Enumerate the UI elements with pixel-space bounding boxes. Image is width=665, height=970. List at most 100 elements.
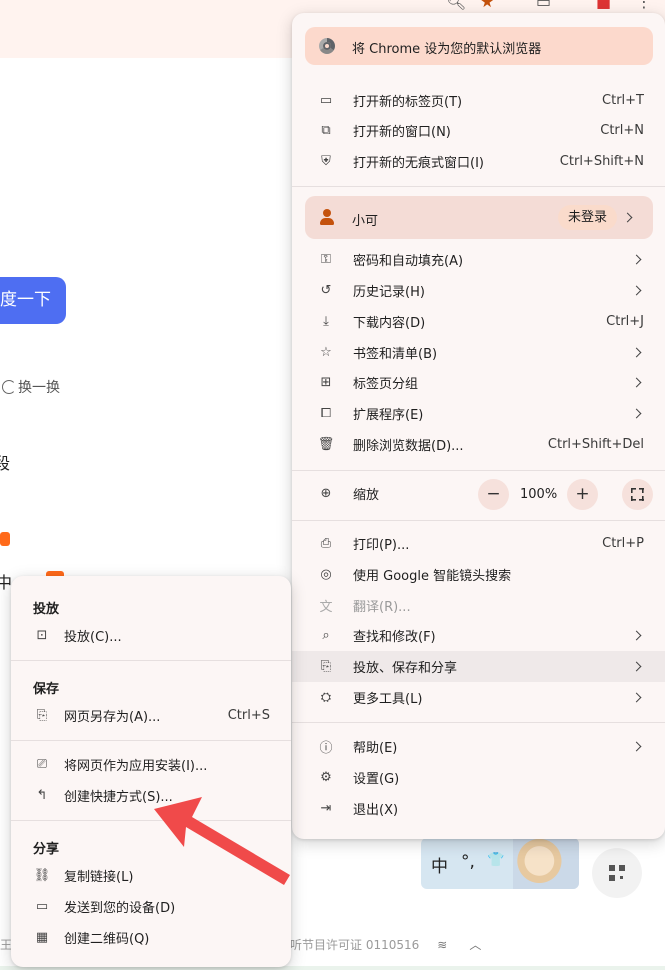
zoom-icon: ⊕ [320,486,332,501]
menu-item-downloads[interactable]: ⤓ 下载内容(D) Ctrl+J [292,306,665,337]
settings-icon: ⚙ [320,770,332,785]
menu-separator [292,186,665,187]
footer-license: 听节目许可证 0110516 ≋ ︿ [290,938,482,952]
ime-lang-toggle[interactable]: 中 [431,852,448,877]
qr-code-icon [609,865,625,881]
kebab-icon[interactable]: ⋮ [636,0,652,11]
zoom-out-button[interactable]: − [478,479,509,510]
section-title-cast: 投放 [33,602,60,617]
menu-item-translate[interactable]: 文 翻译(R)... [292,590,665,621]
tab-icon[interactable]: ▭ [536,0,551,11]
lens-icon: ◎ [320,567,332,582]
menu-item-print[interactable]: ⎙ 打印(P)... Ctrl+P [292,528,665,559]
download-icon: ⤓ [323,314,329,329]
menu-item-passwords[interactable]: ⚿ 密码和自动填充(A) [292,244,665,275]
new-window-icon: ⧉ [321,123,331,138]
find-icon: ⌕ [322,628,330,643]
default-browser-label: 将 Chrome 设为您的默认浏览器 [352,42,542,57]
annotation-arrow [154,797,290,885]
menu-item-incognito[interactable]: ⛨ 打开新的无痕式窗口(I) Ctrl+Shift+N [292,146,665,177]
chevron-right-icon [631,661,642,672]
section-title-save: 保存 [33,682,60,697]
profile-icon[interactable]: ■ [596,0,611,11]
menu-item-history[interactable]: ↺ 历史记录(H) [292,275,665,306]
ime-punct-toggle[interactable]: °, [461,852,475,872]
submenu-item-save-page[interactable]: ⎘ 网页另存为(A)... Ctrl+S [11,700,291,731]
menu-separator [292,520,665,521]
chevron-right-icon [631,741,642,752]
section-title-share: 分享 [33,842,60,857]
chevron-right-icon [631,408,642,419]
link-icon: ⛓ [33,868,51,883]
menu-item-extensions[interactable]: ⧠ 扩展程序(E) [292,398,665,429]
person-icon [319,209,335,225]
menu-item-more-tools[interactable]: ⛭ 更多工具(L) [292,682,665,713]
zoom-in-button[interactable]: + [567,479,598,510]
menu-item-clear-data[interactable]: 🗑︎ 删除浏览数据(D)... Ctrl+Shift+Del [292,429,665,460]
exit-icon: ⇥ [320,801,332,816]
menu-item-help[interactable]: ⓘ 帮助(E) [292,731,665,762]
chevron-right-icon [631,347,642,358]
menu-item-new-window[interactable]: ⧉ 打开新的窗口(N) Ctrl+N [292,115,665,146]
signin-status-badge: 未登录 [558,205,618,230]
menu-item-google-lens[interactable]: ◎ 使用 Google 智能镜头搜索 [292,559,665,590]
submenu-item-cast[interactable]: ⊡ 投放(C)... [11,620,291,651]
profile-row[interactable]: 小可 未登录 [305,196,653,239]
zoom-level: 100% [520,487,558,502]
star-icon[interactable]: ★ [480,0,494,11]
menu-item-new-tab[interactable]: ▭ 打开新的标签页(T) Ctrl+T [292,85,665,116]
menu-item-exit[interactable]: ⇥ 退出(X) [292,793,665,824]
chevron-right-icon [631,254,642,265]
submenu-item-qr-code[interactable]: ▦ 创建二维码(Q) [11,922,291,953]
qr-code-button[interactable] [592,848,642,898]
cast-save-share-submenu: 投放 ⊡ 投放(C)... 保存 ⎘ 网页另存为(A)... Ctrl+S ⎚ … [11,576,291,967]
fullscreen-button[interactable] [622,479,653,510]
key-icon: ⚿ [321,252,331,267]
menu-separator [11,660,291,661]
star-icon: ☆ [320,345,332,360]
extension-icon: ⧠ [320,406,332,421]
menu-separator [11,740,291,741]
install-icon: ⎚ [36,757,48,772]
refresh-label: 换一换 [18,380,60,396]
page-fragment-text: 段 [0,454,11,473]
default-browser-banner[interactable]: 将 Chrome 设为您的默认浏览器 [305,27,653,65]
devices-icon: ▭ [35,899,49,914]
save-page-icon: ⎘ [36,708,48,723]
incognito-icon: ⛨ [321,154,331,169]
chevron-right-icon [631,377,642,388]
submenu-item-send-to-devices[interactable]: ▭ 发送到您的设备(D) [11,891,291,922]
menu-separator [292,722,665,723]
shortcut-icon: ↰ [36,788,48,803]
tab-groups-icon: ⊞ [320,375,332,390]
menu-item-find-edit[interactable]: ⌕ 查找和修改(F) [292,620,665,651]
chrome-main-menu: 将 Chrome 设为您的默认浏览器 ▭ 打开新的标签页(T) Ctrl+T ⧉… [292,13,665,839]
history-icon: ↺ [320,283,332,298]
chevron-up-icon[interactable]: ︿ [469,938,481,952]
ime-toolbar[interactable]: 中 °, 👕 [421,838,579,889]
refresh-icon [2,380,16,394]
ime-skin-icon[interactable]: 👕 [487,852,504,868]
menu-item-cast-save-share[interactable]: ⎘ 投放、保存和分享 [292,651,665,682]
fullscreen-icon [631,488,644,501]
new-tab-icon: ▭ [319,93,333,108]
search-icon[interactable]: 🔍︎ [446,0,466,11]
menu-item-bookmarks[interactable]: ☆ 书签和清单(B) [292,337,665,368]
hot-badge [0,532,10,546]
qr-code-icon: ▦ [35,930,49,945]
chevron-right-icon [631,285,642,296]
refresh-link[interactable]: 换一换 [2,377,60,397]
cast-icon: ⊡ [36,628,48,643]
chevron-right-icon [622,212,633,223]
menu-item-tab-groups[interactable]: ⊞ 标签页分组 [292,367,665,398]
search-button[interactable]: 度一下 [0,277,66,324]
help-icon: ⓘ [319,741,333,756]
trash-icon: 🗑︎ [317,437,335,452]
submenu-item-install-app[interactable]: ⎚ 将网页作为应用安装(I)... [11,749,291,780]
menu-item-settings[interactable]: ⚙ 设置(G) [292,762,665,793]
chevron-right-icon [631,630,642,641]
ime-mascot-image [513,838,579,889]
chrome-icon [319,38,335,54]
menu-separator [292,470,665,471]
profile-name: 小可 [352,214,379,229]
